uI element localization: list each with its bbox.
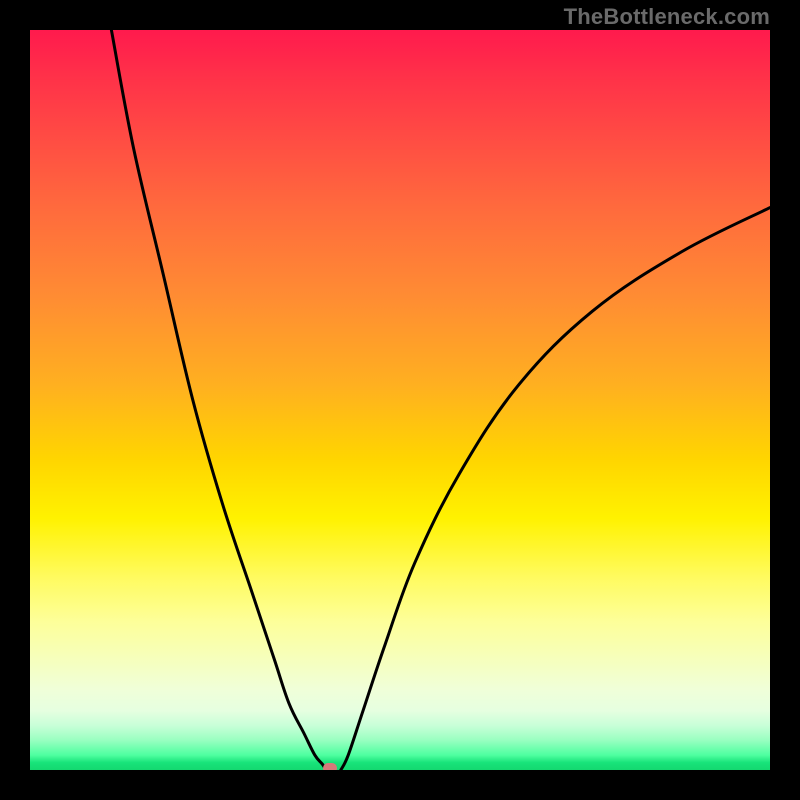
plot-area bbox=[30, 30, 770, 770]
left-branch-path bbox=[111, 30, 326, 770]
optimum-marker bbox=[323, 763, 337, 770]
watermark-text: TheBottleneck.com bbox=[564, 4, 770, 30]
chart-svg bbox=[30, 30, 770, 770]
right-branch-path bbox=[341, 208, 770, 770]
chart-frame: TheBottleneck.com bbox=[0, 0, 800, 800]
